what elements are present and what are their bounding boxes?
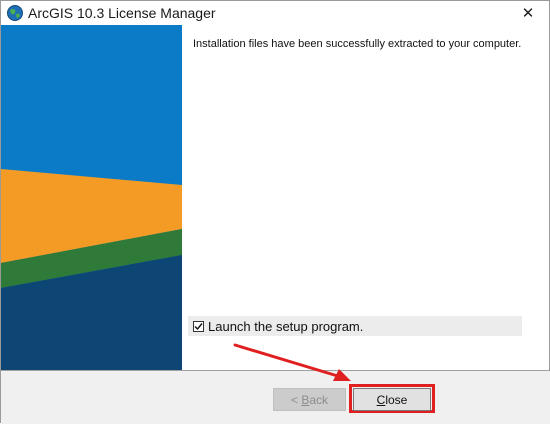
back-button[interactable]: < Back: [273, 388, 346, 411]
launch-setup-option[interactable]: Launch the setup program.: [188, 316, 522, 336]
checkmark-icon: [194, 322, 203, 330]
status-message: Installation files have been successfull…: [193, 38, 522, 50]
arcgis-banner-image: [1, 25, 182, 371]
launch-setup-checkbox[interactable]: [193, 320, 204, 332]
close-window-button[interactable]: ✕: [513, 1, 543, 25]
installer-window: ArcGIS 10.3 License Manager ✕ Installati…: [0, 0, 550, 424]
window-title: ArcGIS 10.3 License Manager: [28, 5, 216, 21]
close-button[interactable]: Close: [353, 388, 431, 411]
close-icon: ✕: [521, 5, 535, 22]
launch-setup-label: Launch the setup program.: [208, 318, 364, 334]
title-bar[interactable]: ArcGIS 10.3 License Manager ✕: [1, 1, 549, 25]
arrow-icon: [233, 343, 351, 381]
globe-icon: [7, 5, 23, 21]
